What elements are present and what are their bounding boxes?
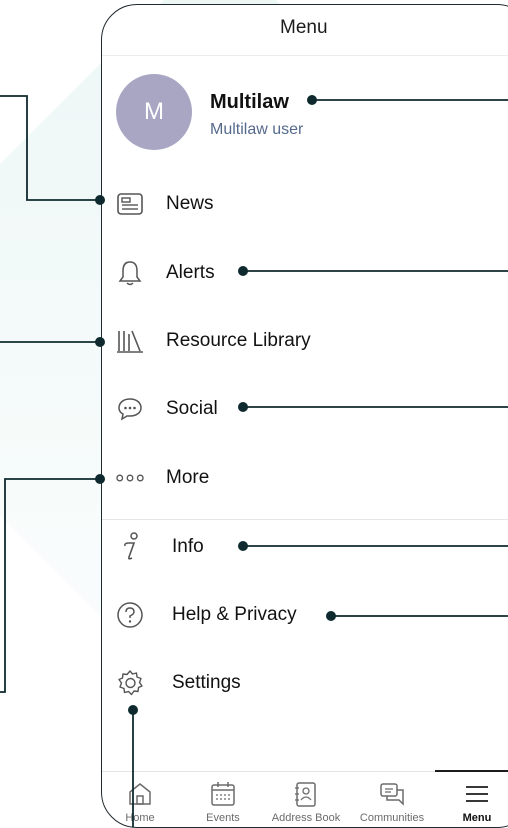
top-bar: Menu — [102, 5, 508, 56]
avatar-initial: M — [144, 98, 164, 125]
menu-item-label: Alerts — [166, 262, 215, 283]
page-title: Menu — [280, 17, 328, 38]
chat-bubble-icon — [116, 395, 144, 423]
news-icon — [116, 190, 144, 218]
tab-menu[interactable]: Menu — [444, 772, 508, 827]
tab-label: Menu — [462, 812, 492, 824]
menu-item-social[interactable]: Social — [102, 387, 508, 431]
gear-icon — [116, 669, 144, 697]
bell-icon — [116, 259, 144, 287]
info-icon — [116, 532, 144, 561]
tab-home[interactable]: Home — [104, 772, 176, 827]
tab-label: Events — [206, 812, 240, 824]
menu-item-info[interactable]: Info — [102, 525, 508, 569]
question-icon — [116, 601, 144, 629]
tab-communities[interactable]: Communities — [354, 772, 430, 827]
tab-address-book[interactable]: Address Book — [266, 772, 346, 827]
menu-item-news[interactable]: News — [102, 182, 508, 226]
avatar[interactable]: M — [116, 74, 192, 150]
more-dots-icon — [116, 464, 144, 492]
menu-item-label: Info — [172, 536, 204, 557]
library-icon — [116, 327, 144, 355]
tab-label: Home — [125, 812, 155, 824]
profile-role: Multilaw user — [210, 121, 304, 138]
menu-icon — [463, 780, 491, 808]
menu-item-label: Social — [166, 398, 218, 419]
menu-item-label: More — [166, 467, 210, 488]
menu-item-alerts[interactable]: Alerts — [102, 251, 508, 295]
communities-icon — [378, 780, 406, 808]
home-icon — [126, 780, 154, 808]
tab-label: Communities — [359, 812, 425, 824]
menu-item-help-privacy[interactable]: Help & Privacy — [102, 593, 508, 637]
menu-item-label: Settings — [172, 672, 241, 693]
address-book-icon — [292, 780, 320, 808]
menu-divider — [102, 519, 508, 520]
tab-events[interactable]: Events — [188, 772, 258, 827]
menu-item-label: Resource Library — [166, 330, 311, 351]
menu-item-label: Help & Privacy — [172, 604, 297, 625]
profile-name[interactable]: Multilaw — [210, 91, 289, 114]
menu-item-label: News — [166, 193, 214, 214]
menu-item-resource-library[interactable]: Resource Library — [102, 319, 508, 363]
calendar-icon — [209, 780, 237, 808]
menu-item-more[interactable]: More — [102, 456, 508, 500]
menu-item-settings[interactable]: Settings — [102, 661, 508, 705]
phone-frame: Menu M Multilaw Multilaw user News Alert… — [101, 4, 508, 828]
active-tab-indicator — [435, 770, 508, 772]
tab-label: Address Book — [271, 812, 341, 824]
bottom-tab-bar: Home Events Address Book Communities Men… — [102, 771, 508, 827]
